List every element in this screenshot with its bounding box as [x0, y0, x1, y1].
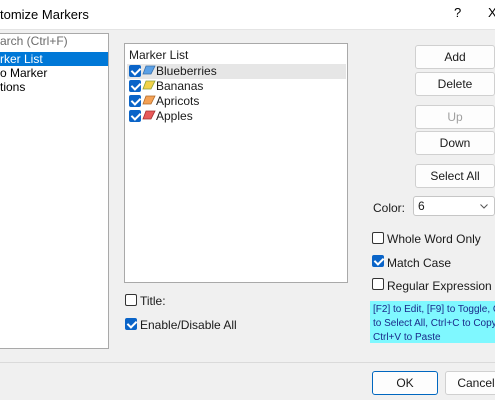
marker-flag-icon — [142, 80, 156, 90]
item-checkbox[interactable] — [129, 110, 141, 122]
title-checkbox[interactable] — [125, 294, 137, 306]
match-case-checkbox[interactable] — [372, 255, 384, 267]
title-bar: tomize Markers ? X — [0, 0, 495, 30]
hint-line: Ctrl+V to Paste — [373, 332, 441, 343]
marker-list[interactable]: Marker List Blueberries Bananas Apricots… — [124, 43, 348, 283]
window-title: tomize Markers — [0, 7, 89, 22]
dialog-footer: OK Cancel — [0, 362, 495, 400]
search-input[interactable]: arch (Ctrl+F) — [0, 34, 108, 50]
tree-item-auto-marker[interactable]: o Marker — [0, 66, 108, 80]
help-button[interactable]: ? — [454, 5, 461, 20]
item-label: Apples — [156, 109, 193, 123]
color-label: Color: — [373, 201, 406, 215]
close-button[interactable]: X — [488, 5, 495, 20]
up-button[interactable]: Up — [415, 105, 495, 129]
whole-word-label: Whole Word Only — [387, 232, 481, 246]
down-button[interactable]: Down — [415, 131, 495, 155]
list-item[interactable]: Apricots — [127, 94, 346, 109]
select-all-button[interactable]: Select All — [415, 164, 495, 188]
list-item[interactable]: Bananas — [127, 79, 346, 94]
hint-line: to Select All, Ctrl+C to Copy, — [373, 318, 495, 329]
chevron-down-icon — [480, 204, 488, 209]
item-checkbox[interactable] — [129, 80, 141, 92]
hint-line: [F2] to Edit, [F9] to Toggle, Ctrl — [373, 304, 495, 315]
marker-flag-icon — [142, 110, 156, 120]
shortcut-hint: [F2] to Edit, [F9] to Toggle, Ctrl to Se… — [370, 301, 495, 343]
delete-button[interactable]: Delete — [415, 72, 495, 96]
item-checkbox[interactable] — [129, 65, 141, 77]
tree-item-marker-list[interactable]: rker List — [0, 52, 108, 66]
whole-word-checkbox[interactable] — [372, 232, 384, 244]
ok-button[interactable]: OK — [372, 371, 438, 395]
item-label: Bananas — [156, 79, 204, 93]
list-item[interactable]: Blueberries — [127, 64, 346, 79]
item-label: Apricots — [156, 94, 200, 108]
title-label: Title: — [140, 294, 166, 308]
regex-checkbox[interactable] — [372, 278, 384, 290]
marker-flag-icon — [142, 95, 156, 105]
add-button[interactable]: Add — [415, 45, 495, 69]
color-select-value: 6 — [418, 199, 425, 213]
list-header: Marker List — [129, 48, 189, 62]
regex-label: Regular Expression — [387, 279, 492, 293]
color-select[interactable]: 6 — [413, 196, 495, 216]
match-case-label: Match Case — [387, 256, 452, 270]
marker-flag-icon — [142, 65, 156, 75]
enable-disable-all-checkbox[interactable] — [125, 318, 137, 330]
tree-item-options[interactable]: tions — [0, 80, 108, 94]
cancel-button[interactable]: Cancel — [445, 371, 495, 395]
item-label: Blueberries — [156, 64, 217, 78]
enable-disable-all-label: Enable/Disable All — [140, 318, 237, 332]
navigation-tree: arch (Ctrl+F) rker List o Marker tions — [0, 33, 109, 349]
list-item[interactable]: Apples — [127, 109, 346, 124]
item-checkbox[interactable] — [129, 95, 141, 107]
